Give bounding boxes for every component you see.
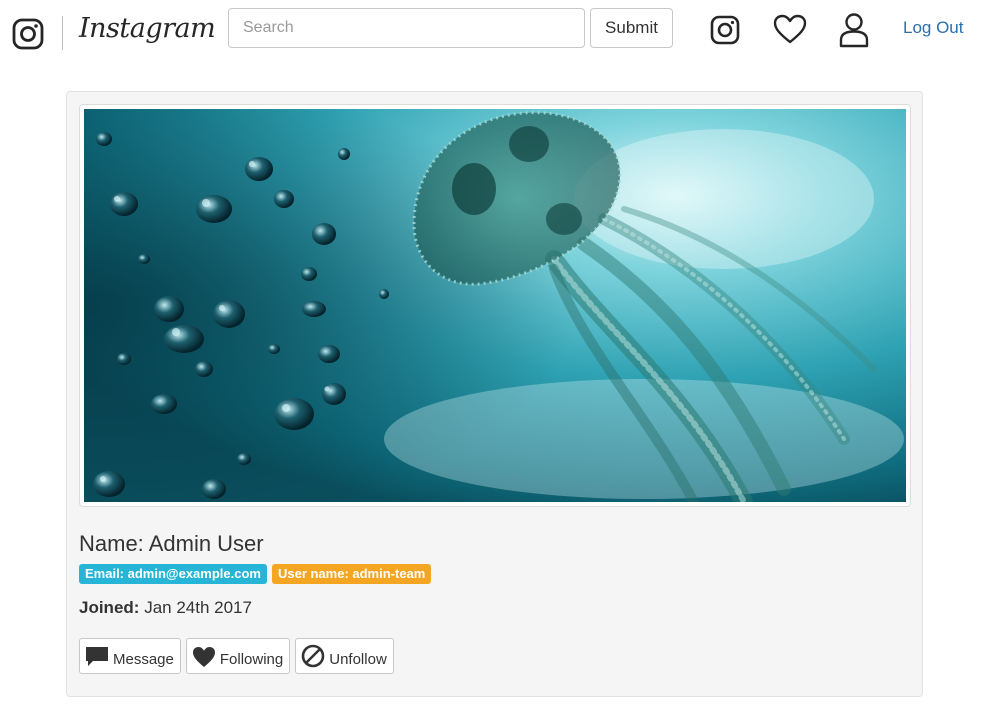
speech-bubble-icon [86, 647, 108, 666]
following-button[interactable]: Following [185, 638, 291, 674]
joined-line: Joined: Jan 24th 2017 [79, 598, 252, 618]
unfollow-button[interactable]: Unfollow [295, 638, 394, 674]
profile-name: Name: Admin User [79, 531, 264, 557]
following-button-label: Following [219, 651, 284, 668]
profile-photo[interactable] [84, 109, 906, 502]
instagram-camera-icon[interactable] [709, 14, 741, 46]
profile-card: Name: Admin User Email: admin@example.co… [66, 91, 923, 697]
heart-filled-icon [192, 647, 215, 667]
joined-label: Joined: [79, 598, 140, 617]
unfollow-button-label: Unfollow [329, 651, 387, 668]
joined-date: Jan 24th 2017 [144, 598, 252, 617]
navbar: Instagram Submit Log Out [0, 0, 1000, 66]
search-input[interactable] [228, 8, 585, 48]
email-badge: Email: admin@example.com [79, 564, 267, 584]
brand-wordmark[interactable]: Instagram [79, 13, 216, 44]
user-icon[interactable] [838, 12, 870, 48]
profile-photo-frame [79, 104, 911, 507]
username-badge: User name: admin-team [271, 564, 432, 584]
profile-actions: Message Following Unfollow [79, 638, 394, 674]
profile-name-value: Admin User [148, 531, 264, 556]
heart-icon[interactable] [772, 13, 808, 45]
message-button-label: Message [113, 651, 174, 668]
brand-divider [62, 16, 63, 50]
logout-link[interactable]: Log Out [903, 18, 964, 38]
ban-icon [301, 644, 325, 668]
instagram-logo-icon[interactable] [12, 18, 44, 50]
profile-name-label: Name: [79, 531, 144, 556]
profile-badges: Email: admin@example.com User name: admi… [79, 564, 432, 584]
submit-button[interactable]: Submit [590, 8, 673, 48]
message-button[interactable]: Message [79, 638, 181, 674]
